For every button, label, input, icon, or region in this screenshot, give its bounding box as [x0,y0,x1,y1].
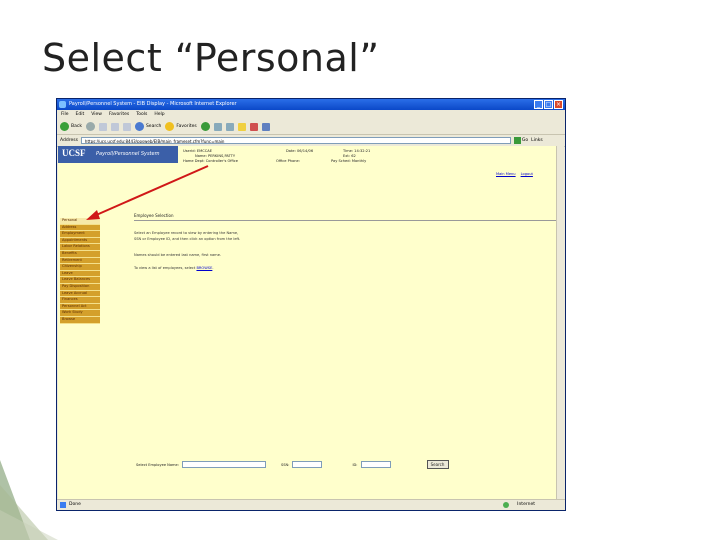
nav-item-pay-disposition[interactable]: Pay Disposition [60,283,100,291]
nav-item-leave-balances[interactable]: Leave Balances [60,277,100,284]
time-info: Time: 14:32:21 [343,149,371,153]
employee-name-label: Select Employee Name: [136,462,179,467]
edit-icon[interactable] [237,122,246,131]
nav-item-employment[interactable]: Employment [60,231,100,238]
favorites-button[interactable]: Favorites [165,122,197,131]
id-label: ID: [352,462,358,467]
links-label[interactable]: Links [531,138,543,143]
messenger-icon[interactable] [261,122,270,131]
nav-item-personal[interactable]: Personal [60,218,100,225]
system-name: Payroll/Personnel System [96,151,160,157]
ext-info: Ext: 62 [343,154,356,158]
menu-bar: File Edit View Favorites Tools Help [57,110,565,119]
nav-item-finances[interactable]: Finances [60,297,100,304]
browser-titlebar: Payroll/Personnel System - EIB Display -… [57,99,565,110]
page-done-icon [60,502,66,508]
favorites-label: Favorites [176,124,197,129]
search-icon [134,122,144,131]
go-arrow-icon [513,137,521,144]
ie-icon [59,101,66,108]
internet-zone-icon [503,502,509,508]
top-links: Main Menu Logout [496,172,533,176]
maximize-button[interactable]: □ [544,100,553,109]
menu-favorites[interactable]: Favorites [109,110,129,119]
left-nav: Personal Address Employment Appointments… [60,218,100,324]
go-button[interactable]: Go [513,137,529,144]
nav-item-leave[interactable]: Leave [60,270,100,278]
nav-item-personnel-act[interactable]: Personnel Act [60,303,100,311]
address-label: Address [60,138,78,143]
page-content: UCSF Payroll/Personnel System Userid: EM… [58,146,558,501]
browse-link[interactable]: BROWSE [196,266,212,270]
id-input[interactable] [360,461,391,468]
ucsf-logo: UCSF [62,148,86,158]
pay-sched-info: Pay Sched: Monthly [331,159,367,163]
history-icon[interactable] [200,122,210,131]
search-label: Search [145,124,162,129]
name-info: Name: PERKINS,PATTY [195,154,236,158]
ssn-label: SSN: [280,462,290,467]
favorites-star-icon [165,122,175,131]
name-format-note: Names should be entered last name, first… [134,253,222,257]
browser-window: Payroll/Personnel System - EIB Display -… [56,98,566,511]
minimize-button[interactable]: _ [534,100,543,109]
nav-item-appointments[interactable]: Appointments [60,237,100,245]
nav-item-browse[interactable]: Browse [60,316,100,324]
search-row: Select Employee Name: SSN: ID: Search [136,460,449,469]
home-dept-info: Home Dept: Controller's Office [183,159,238,163]
nav-item-leave-accrual[interactable]: Leave Accrual [60,290,100,298]
userid-info: Userid: EMCCAE [183,149,212,153]
office-phone-info: Office Phone: [276,159,300,163]
status-done: Done [69,502,81,507]
browse-instruction: To view a list of employees, select BROW… [134,266,214,270]
menu-view[interactable]: View [91,110,102,119]
nav-item-work-study[interactable]: Work Study [60,310,100,317]
address-field[interactable]: https://ucs.ucsf.edu:8443/ppsweb/EIB/mai… [80,137,511,144]
back-button[interactable]: Back [60,122,82,131]
slide-title: Select “Personal” [42,36,380,80]
date-info: Date: 06/14/06 [286,149,314,153]
status-zone: Internet [517,502,535,507]
print-icon[interactable] [225,122,234,131]
search-submit-button[interactable]: Search [426,460,449,469]
app-banner: UCSF Payroll/Personnel System [58,146,178,163]
instruction-line-1: Select an Employee record to view by ent… [134,231,239,235]
section-divider [134,220,558,221]
ssn-input[interactable] [292,461,323,468]
stop-icon[interactable] [98,122,107,131]
mail-icon[interactable] [213,122,222,131]
refresh-icon[interactable] [110,122,119,131]
slide-corner-decoration [0,460,58,540]
menu-edit[interactable]: Edit [76,110,85,119]
nav-item-labor-relations[interactable]: Labor Relations [60,244,100,251]
nav-item-citizenship[interactable]: Citizenship [60,264,100,271]
menu-help[interactable]: Help [154,110,164,119]
instruction-line-2: SSN or Employee ID, and then click an op… [134,237,241,241]
close-button[interactable]: × [554,100,563,109]
back-arrow-icon [60,122,69,131]
menu-file[interactable]: File [61,110,69,119]
status-bar: Done Internet [57,499,565,510]
nav-item-retirement[interactable]: Retirement [60,257,100,265]
main-menu-link[interactable]: Main Menu [496,172,516,176]
go-label: Go [521,138,529,143]
browse-prefix: To view a list of employees, select [134,266,196,270]
home-icon[interactable] [122,122,131,131]
search-button[interactable]: Search [134,122,162,131]
browser-toolbar: Back Search Favorites [57,119,565,135]
nav-item-benefits[interactable]: Benefits [60,250,100,258]
vertical-scrollbar[interactable] [556,146,564,501]
logout-link[interactable]: Logout [521,172,533,176]
back-label: Back [71,124,82,129]
forward-button[interactable] [85,122,95,131]
section-title: Employee Selection [134,213,174,218]
employee-name-input[interactable] [181,461,266,468]
nav-item-address[interactable]: Address [60,224,100,232]
discuss-icon[interactable] [249,122,258,131]
menu-tools[interactable]: Tools [136,110,147,119]
window-title: Payroll/Personnel System - EIB Display -… [69,101,237,107]
